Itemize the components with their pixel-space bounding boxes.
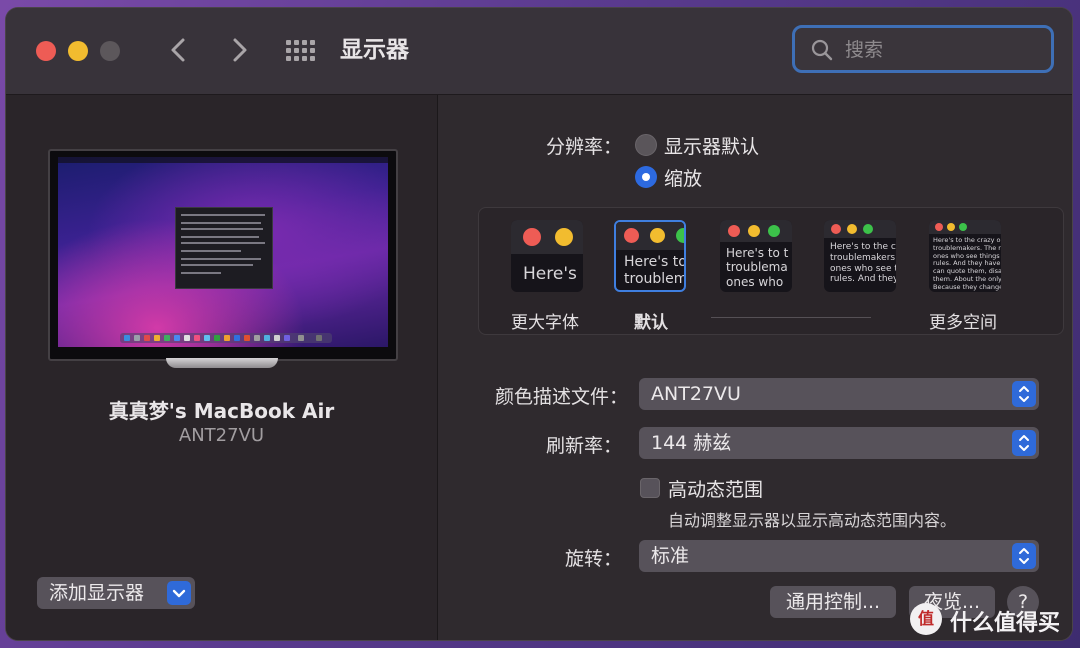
scale-option-4[interactable]: Here's to the cr troublemakers. ones who… xyxy=(824,220,896,292)
forward-button[interactable] xyxy=(224,34,254,66)
hdr-description: 自动调整显示器以显示高动态范围内容。 xyxy=(668,511,957,530)
scale-preview-text: Here's to the cr troublemakers. ones who… xyxy=(830,242,896,285)
minimize-button[interactable] xyxy=(68,41,88,61)
display-preferences-window: 显示器 搜索 真真梦's MacBook Air ANT27VU 添加显示器 分… xyxy=(6,8,1072,640)
hdr-label: 高动态范围 xyxy=(668,479,764,501)
add-display-label: 添加显示器 xyxy=(49,582,145,604)
desktop-preview xyxy=(58,157,388,347)
rotation-value: 标准 xyxy=(651,545,690,567)
color-profile-value: ANT27VU xyxy=(651,383,741,405)
preview-document-window xyxy=(175,207,273,289)
scale-option-default[interactable]: Here's to troublem xyxy=(614,220,686,292)
scale-label-more-space: 更多空间 xyxy=(929,313,997,333)
up-down-chevron-icon xyxy=(1012,381,1036,407)
window-title: 显示器 xyxy=(340,37,409,63)
show-all-button[interactable] xyxy=(286,40,316,62)
scale-option-more-space[interactable]: Here's to the crazy one troublemakers. T… xyxy=(929,220,1001,292)
display-settings: 分辨率： 显示器默认 缩放 Here's Here's to troublem xyxy=(438,95,1072,640)
monitor-stand xyxy=(166,358,278,368)
grid-icon xyxy=(286,40,315,61)
preview-dock xyxy=(120,333,332,343)
resolution-label: 分辨率： xyxy=(545,136,622,158)
up-down-chevron-icon xyxy=(1012,430,1036,456)
search-field[interactable] xyxy=(792,25,1054,73)
universal-control-button[interactable]: 通用控制... xyxy=(770,586,896,618)
device-model: ANT27VU xyxy=(178,425,265,446)
radio-default-for-display[interactable] xyxy=(635,134,657,156)
scale-label-default: 默认 xyxy=(634,313,668,333)
device-name: 真真梦's MacBook Air xyxy=(108,399,335,423)
chevron-left-icon xyxy=(171,38,185,62)
scale-preview-text: Here's xyxy=(523,264,577,284)
hdr-checkbox[interactable] xyxy=(640,478,660,498)
display-sidebar: 真真梦's MacBook Air ANT27VU 添加显示器 xyxy=(6,95,438,640)
preview-menubar xyxy=(58,157,388,163)
rotation-label: 旋转： xyxy=(564,548,622,570)
scale-preview-text: Here's to t troublema ones who xyxy=(726,246,789,289)
search-icon xyxy=(811,39,833,61)
title-bar: 显示器 xyxy=(6,8,1072,95)
rotation-select[interactable]: 标准 xyxy=(639,540,1039,572)
chevron-down-icon xyxy=(167,581,191,605)
back-button[interactable] xyxy=(164,34,194,66)
scale-options: Here's Here's to troublem Here's to t tr… xyxy=(478,207,1064,335)
refresh-rate-value: 144 赫兹 xyxy=(651,432,732,454)
watermark: 值 什么值得买 xyxy=(904,601,1076,641)
scale-divider xyxy=(711,317,871,318)
watermark-logo: 值 xyxy=(910,603,942,635)
close-button[interactable] xyxy=(36,41,56,61)
refresh-rate-label: 刷新率： xyxy=(545,435,622,457)
scale-label-larger-text: 更大字体 xyxy=(511,313,579,333)
radio-scaled[interactable] xyxy=(635,166,657,188)
chevron-right-icon xyxy=(233,38,247,62)
color-profile-select[interactable]: ANT27VU xyxy=(639,378,1039,410)
scale-option-larger-text[interactable]: Here's xyxy=(511,220,583,292)
scale-option-3[interactable]: Here's to t troublema ones who xyxy=(720,220,792,292)
scale-preview-text: Here's to troublem xyxy=(624,254,686,287)
refresh-rate-select[interactable]: 144 赫兹 xyxy=(639,427,1039,459)
scale-preview-text: Here's to the crazy one troublemakers. T… xyxy=(933,236,1001,291)
up-down-chevron-icon xyxy=(1012,543,1036,569)
radio-scaled-label: 缩放 xyxy=(664,168,703,190)
search-input[interactable] xyxy=(843,34,1047,66)
watermark-text: 什么值得买 xyxy=(950,611,1061,636)
add-display-button[interactable]: 添加显示器 xyxy=(37,577,195,609)
display-thumbnail[interactable] xyxy=(48,149,398,361)
color-profile-label: 颜色描述文件： xyxy=(494,386,628,408)
radio-default-for-display-label: 显示器默认 xyxy=(664,136,760,158)
zoom-button[interactable] xyxy=(100,41,120,61)
